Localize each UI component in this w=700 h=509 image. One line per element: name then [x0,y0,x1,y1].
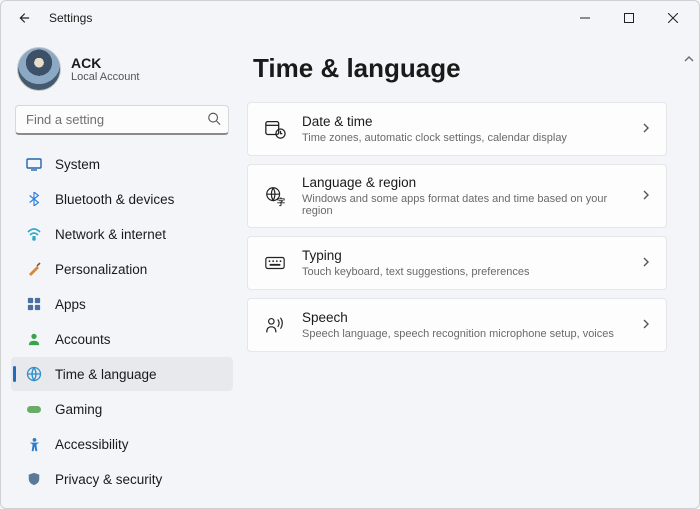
brush-icon [25,260,43,278]
sidebar-item-personalization[interactable]: Personalization [11,252,233,286]
avatar [17,47,61,91]
wifi-icon [25,225,43,243]
chevron-right-icon [640,318,652,333]
sidebar-item-label: Accounts [55,332,111,347]
sidebar-item-label: System [55,157,100,172]
card-subtitle: Windows and some apps format dates and t… [302,193,640,217]
back-arrow-icon [16,11,30,25]
chevron-right-icon [640,122,652,137]
sidebar-item-privacy[interactable]: Privacy & security [11,462,233,496]
shield-icon [25,470,43,488]
search-icon [207,112,221,129]
card-speech[interactable]: Speech Speech language, speech recogniti… [247,298,667,352]
sidebar-item-label: Apps [55,297,86,312]
search-input[interactable] [15,105,229,135]
back-button[interactable] [11,6,35,30]
maximize-button[interactable] [607,3,651,33]
card-subtitle: Time zones, automatic clock settings, ca… [302,132,640,144]
minimize-icon [580,13,590,23]
speech-icon [262,312,288,338]
close-icon [668,13,678,23]
titlebar: Settings [1,1,699,35]
sidebar-item-label: Windows Update [55,507,157,509]
sidebar-item-label: Gaming [55,402,102,417]
sidebar-item-bluetooth[interactable]: Bluetooth & devices [11,182,233,216]
chevron-right-icon [640,256,652,271]
accessibility-icon [25,435,43,453]
language-region-icon: 字 [262,183,288,209]
profile-subtitle: Local Account [71,71,140,83]
sidebar-item-time-language[interactable]: Time & language [11,357,233,391]
profile-name: ACK [71,55,140,71]
scroll-up-icon[interactable] [683,53,695,68]
sidebar-item-apps[interactable]: Apps [11,287,233,321]
close-button[interactable] [651,3,695,33]
window-title: Settings [49,11,92,25]
sidebar-item-system[interactable]: System [11,147,233,181]
maximize-icon [624,13,634,23]
body: ACK Local Account System Bluetooth & dev… [1,35,699,508]
sidebar-item-label: Privacy & security [55,472,162,487]
sidebar: ACK Local Account System Bluetooth & dev… [1,35,241,508]
keyboard-icon [262,250,288,276]
page-title: Time & language [253,53,679,84]
sidebar-item-label: Personalization [55,262,147,277]
sidebar-item-network[interactable]: Network & internet [11,217,233,251]
main-pane: Time & language Date & time Time zones, … [241,35,699,508]
system-icon [25,155,43,173]
card-title: Typing [302,248,640,264]
card-language-region[interactable]: 字 Language & region Windows and some app… [247,164,667,228]
svg-text:字: 字 [277,197,285,207]
card-title: Language & region [302,175,640,191]
sidebar-item-gaming[interactable]: Gaming [11,392,233,426]
card-date-time[interactable]: Date & time Time zones, automatic clock … [247,102,667,156]
cards-list: Date & time Time zones, automatic clock … [247,102,679,352]
sidebar-item-label: Bluetooth & devices [55,192,174,207]
chevron-right-icon [640,189,652,204]
card-subtitle: Speech language, speech recognition micr… [302,328,640,340]
card-typing[interactable]: Typing Touch keyboard, text suggestions,… [247,236,667,290]
sidebar-item-accessibility[interactable]: Accessibility [11,427,233,461]
date-time-icon [262,116,288,142]
sidebar-item-label: Accessibility [55,437,129,452]
gaming-icon [25,400,43,418]
sidebar-item-label: Network & internet [55,227,166,242]
card-title: Date & time [302,114,640,130]
sidebar-item-accounts[interactable]: Accounts [11,322,233,356]
sidebar-item-windows-update[interactable]: Windows Update [11,497,233,508]
bluetooth-icon [25,190,43,208]
search-box [15,105,229,135]
card-title: Speech [302,310,640,326]
nav-list: System Bluetooth & devices Network & int… [11,147,233,508]
settings-window: Settings ACK Local Account [0,0,700,509]
apps-icon [25,295,43,313]
profile-block[interactable]: ACK Local Account [11,41,233,105]
globe-clock-icon [25,365,43,383]
minimize-button[interactable] [563,3,607,33]
update-icon [25,505,43,508]
card-subtitle: Touch keyboard, text suggestions, prefer… [302,266,640,278]
person-icon [25,330,43,348]
sidebar-item-label: Time & language [55,367,157,382]
